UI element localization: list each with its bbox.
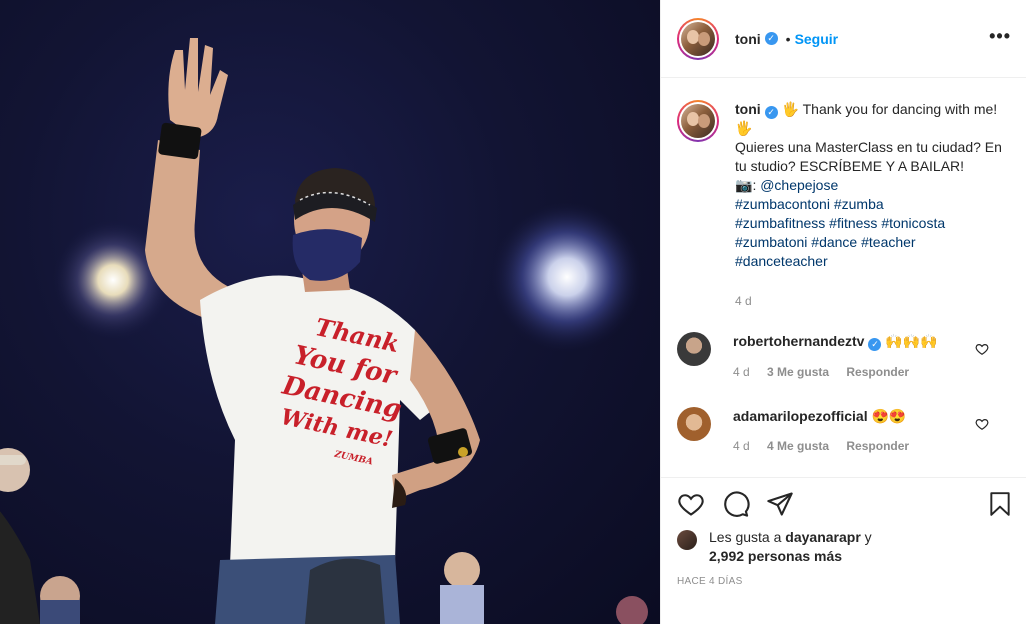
follow-button[interactable]: Seguir <box>795 31 839 47</box>
post-photo[interactable]: Thank You for Dancing With me! ZUMBA <box>0 0 660 624</box>
hashtag-link[interactable]: #zumbatoni <box>735 234 807 250</box>
dancer: Thank You for Dancing With me! ZUMBA <box>145 38 480 624</box>
hashtag-link[interactable]: #fitness <box>829 215 877 231</box>
author-avatar[interactable] <box>677 17 719 60</box>
share-icon[interactable] <box>766 490 794 518</box>
hashtag-link[interactable]: #tonicosta <box>881 215 945 231</box>
likes-count[interactable]: 2,992 personas más <box>709 548 842 564</box>
hashtag-link[interactable]: #teacher <box>861 234 915 250</box>
caption-avatar[interactable] <box>677 100 719 142</box>
reply-button[interactable]: Responder <box>846 365 909 379</box>
comment-likes[interactable]: 4 Me gusta <box>767 439 829 453</box>
commenter-username[interactable]: adamarilopezofficial <box>733 408 868 424</box>
author-username[interactable]: toni <box>735 31 761 47</box>
reply-button[interactable]: Responder <box>846 439 909 453</box>
heart-icon[interactable] <box>677 490 705 518</box>
caption-time[interactable]: 4 d <box>735 292 1005 311</box>
stage-light-right <box>492 202 642 352</box>
camera-emoji: 📷 <box>735 177 753 193</box>
hashtag-link[interactable]: #zumbafitness <box>735 215 825 231</box>
avatar-image <box>681 21 715 56</box>
likes-summary: Les gusta a dayanarapr y 2,992 personas … <box>677 528 872 566</box>
photo-illustration: Thank You for Dancing With me! ZUMBA <box>0 38 648 624</box>
verified-badge-icon: ✓ <box>764 106 778 119</box>
mention-link[interactable]: @chepejose <box>760 177 838 193</box>
comment-text: 😍😍 <box>871 408 907 424</box>
post-caption: toni ✓ 🖐 Thank you for dancing with me! 🖐… <box>677 100 1017 311</box>
wave-emoji: 🖐 <box>781 101 799 117</box>
instagram-post-modal: Thank You for Dancing With me! ZUMBA ton… <box>0 0 1026 624</box>
comment-likes[interactable]: 3 Me gusta <box>767 365 829 379</box>
hashtag-link[interactable]: #dance <box>811 234 857 250</box>
verified-badge-icon: ✓ <box>868 337 882 351</box>
comment-time[interactable]: 4 d <box>733 439 750 453</box>
likes-suffix: y <box>860 529 872 545</box>
post-side-panel: toni ✓ • Seguir ••• toni ✓ 🖐 Thank you fo… <box>660 0 1026 624</box>
hashtag-link[interactable]: #danceteacher <box>735 253 828 269</box>
likes-prefix: Les gusta a <box>709 529 786 545</box>
commenter-avatar[interactable] <box>677 332 711 366</box>
verified-badge-icon: ✓ <box>764 32 778 45</box>
avatar-image <box>681 104 715 138</box>
hashtag-link[interactable]: #zumba <box>834 196 884 212</box>
comment-like-heart-icon[interactable] <box>975 342 989 356</box>
comment-like-heart-icon[interactable] <box>975 417 989 431</box>
liker-username[interactable]: dayanarapr <box>785 529 860 545</box>
hashtag-link[interactable]: #zumbacontoni <box>735 196 830 212</box>
post-timestamp[interactable]: HACE 4 DÍAS <box>677 576 743 587</box>
caption-line1: Thank you for dancing with me! <box>798 101 998 117</box>
bookmark-icon[interactable] <box>987 490 1013 518</box>
liker-avatar[interactable] <box>677 530 697 550</box>
caption-line2: Quieres una MasterClass en tu ciudad? En… <box>735 139 1002 174</box>
more-options-icon[interactable]: ••• <box>989 27 1011 45</box>
comment-text: 🙌🙌🙌 <box>885 333 938 349</box>
post-header: toni ✓ • Seguir ••• <box>661 0 1026 78</box>
comment-time[interactable]: 4 d <box>733 365 750 379</box>
commenter-username[interactable]: robertohernandeztv <box>733 333 864 349</box>
wave-emoji: 🖐 <box>735 120 753 136</box>
caption-username[interactable]: toni <box>735 101 761 117</box>
commenter-avatar[interactable] <box>677 407 711 441</box>
comment-icon[interactable] <box>722 490 750 518</box>
comment-item: robertohernandeztv ✓ 🙌🙌🙌 4 d 3 Me gusta R… <box>677 332 1017 379</box>
comment-item: adamarilopezofficial 😍😍 4 d 4 Me gusta R… <box>677 407 1017 453</box>
separator-dot: • <box>785 30 791 47</box>
post-actions: Les gusta a dayanarapr y 2,992 personas … <box>661 477 1026 624</box>
